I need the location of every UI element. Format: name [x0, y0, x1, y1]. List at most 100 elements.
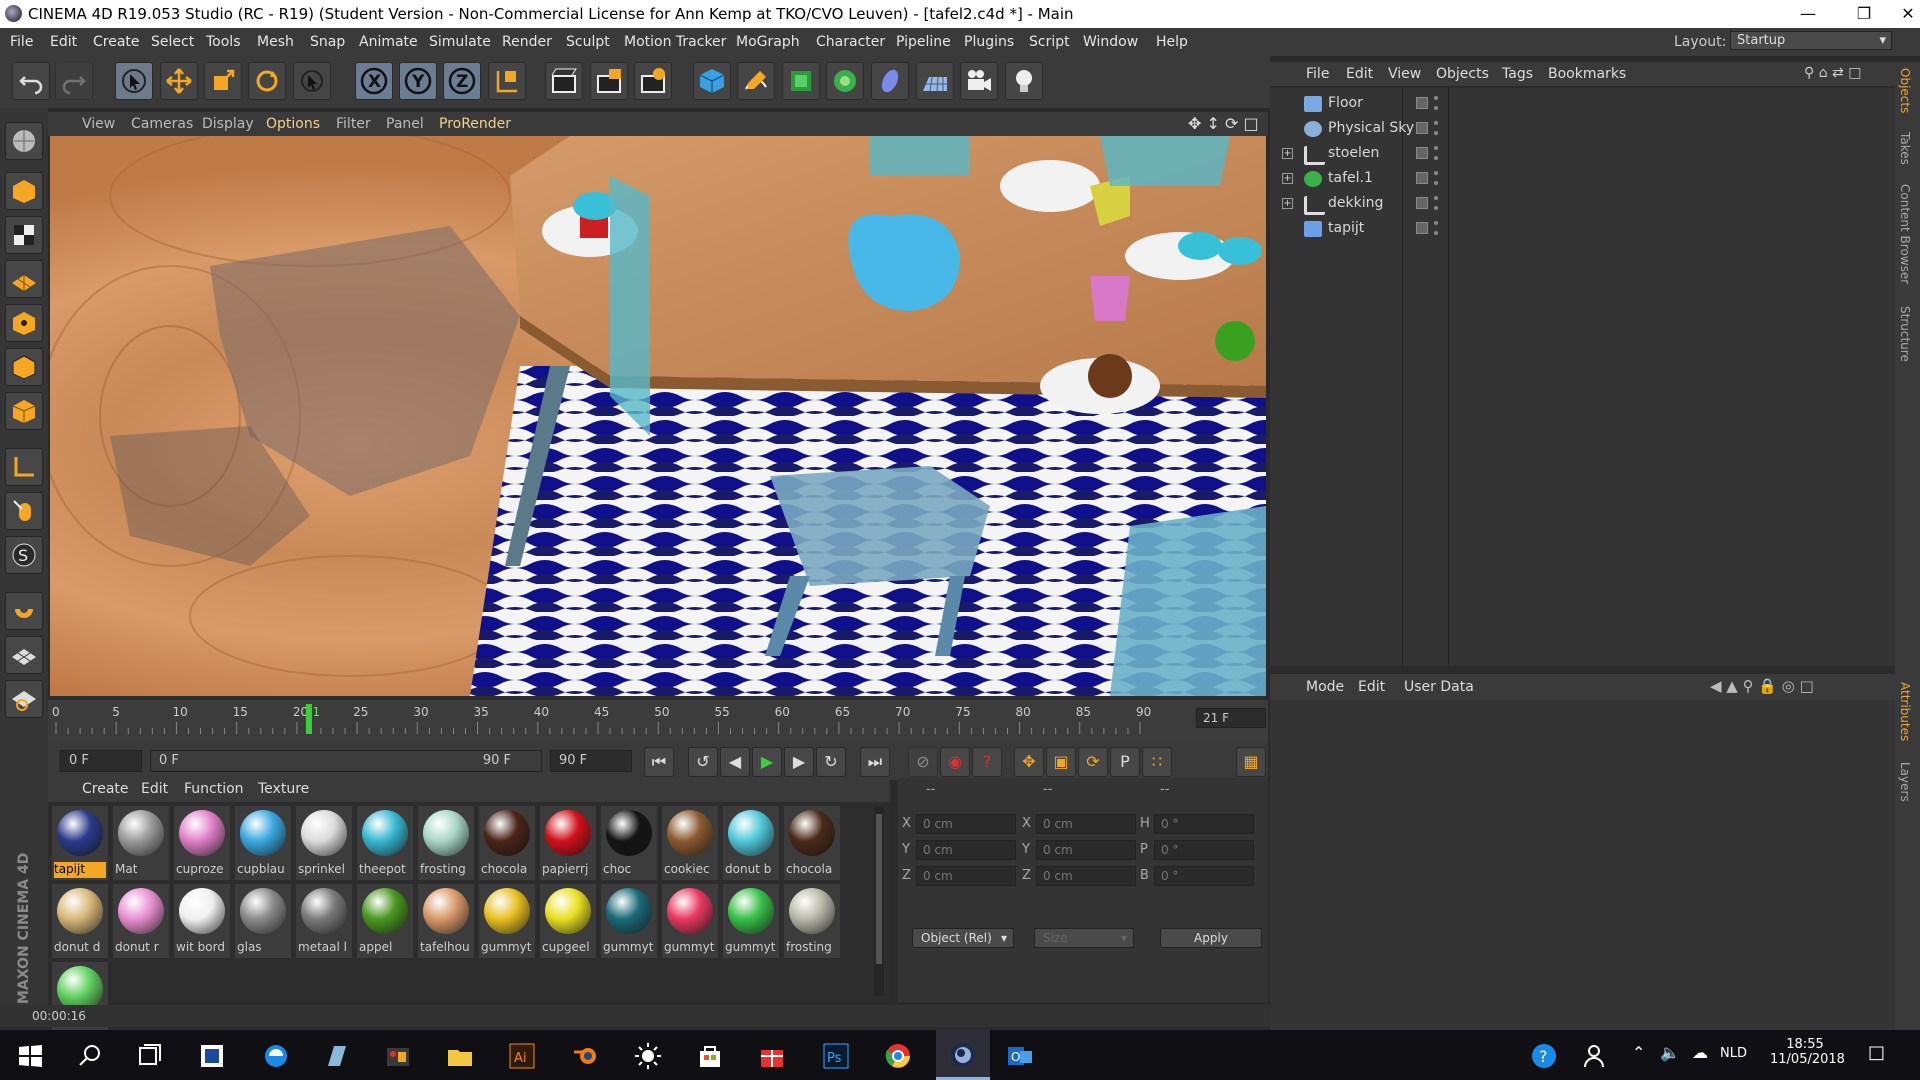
material-swatch[interactable]: donut d — [52, 884, 108, 958]
material-menu-function[interactable]: Function — [184, 781, 244, 797]
material-swatch[interactable]: papierrj — [540, 806, 596, 880]
live-selection-button[interactable] — [115, 62, 153, 100]
workplane-mode-button[interactable] — [5, 260, 43, 298]
object-menu-view[interactable]: View — [1388, 66, 1421, 82]
minimize-button[interactable]: — — [1780, 0, 1836, 28]
layout-select[interactable]: Startup ▾ — [1730, 31, 1892, 50]
material-scrollbar[interactable] — [874, 806, 884, 996]
viewport-menu-cameras[interactable]: Cameras — [131, 116, 193, 132]
layer-toggle[interactable] — [1416, 197, 1428, 209]
visibility-dots[interactable] — [1434, 221, 1438, 235]
material-swatch[interactable]: cupgeel — [540, 884, 596, 958]
cloner-button[interactable] — [826, 62, 864, 100]
material-swatch[interactable]: chocola — [479, 806, 535, 880]
viewport-menu-filter[interactable]: Filter — [336, 116, 371, 132]
store-icon[interactable] — [696, 1042, 724, 1070]
menu-mesh[interactable]: Mesh — [257, 34, 294, 50]
timeline-ruler[interactable]: 0 5 10 15 20 21 25 30 35 40 45 50 55 60 65 70 75 80 85 90 2… — [48, 700, 1268, 742]
magnet-button[interactable] — [5, 592, 43, 630]
material-swatch[interactable]: gummyt — [479, 884, 535, 958]
menu-window[interactable]: Window — [1083, 34, 1138, 50]
timeline-window-button[interactable]: ▦ — [1236, 747, 1266, 777]
menu-motion-tracker[interactable]: Motion Tracker — [624, 34, 726, 50]
rotation-field[interactable]: 0 ° — [1154, 814, 1254, 834]
help-icon[interactable]: ? — [1530, 1042, 1558, 1070]
preview-range-slider[interactable]: 0 F 90 F — [150, 750, 542, 772]
notes-app-icon[interactable] — [198, 1042, 226, 1070]
edges-mode-button[interactable] — [5, 348, 43, 386]
menu-edit[interactable]: Edit — [50, 34, 77, 50]
edge-browser-icon[interactable] — [262, 1042, 290, 1070]
position-field[interactable]: 0 cm — [916, 814, 1016, 834]
object-row[interactable]: Floor — [1278, 92, 1893, 116]
rotation-key-button[interactable]: ⟳ — [1078, 747, 1108, 777]
position-field[interactable]: 0 cm — [916, 840, 1016, 860]
end-frame-field[interactable]: 90 F — [550, 750, 632, 772]
3d-viewport[interactable] — [50, 136, 1266, 696]
object-menu-tags[interactable]: Tags — [1502, 66, 1533, 82]
input-language[interactable]: NLD — [1720, 1046, 1747, 1061]
material-menu-create[interactable]: Create — [82, 781, 129, 797]
attributes-nav-icons[interactable]: ◀ ▲ ⚲ 🔒 ◎ □ — [1710, 677, 1814, 695]
blender-icon[interactable] — [572, 1042, 600, 1070]
material-swatch[interactable]: tapijt — [52, 806, 108, 880]
object-name[interactable]: Floor — [1328, 95, 1363, 111]
autokey-button[interactable]: ◉ — [940, 747, 970, 777]
material-swatch[interactable]: cupblau — [235, 806, 291, 880]
viewport-menu-view[interactable]: View — [82, 116, 115, 132]
size-field[interactable]: 0 cm — [1036, 866, 1136, 886]
menu-tools[interactable]: Tools — [206, 34, 241, 50]
play-button[interactable]: ▶ — [752, 747, 782, 777]
windows-start-icon[interactable] — [16, 1042, 44, 1070]
visibility-dots[interactable] — [1434, 146, 1438, 160]
object-name[interactable]: dekking — [1328, 195, 1383, 211]
material-menu-texture[interactable]: Texture — [258, 781, 309, 797]
menu-simulate[interactable]: Simulate — [429, 34, 491, 50]
tab-takes[interactable]: Takes — [1898, 132, 1912, 165]
object-row[interactable]: tapijt — [1278, 217, 1893, 241]
points-mode-button[interactable] — [5, 304, 43, 342]
layer-toggle[interactable] — [1416, 222, 1428, 234]
expand-toggle[interactable]: + — [1282, 148, 1293, 159]
move-button[interactable] — [160, 62, 198, 100]
rotate-button[interactable] — [248, 62, 286, 100]
locked-workplane-button[interactable] — [5, 680, 43, 718]
previous-frame-button[interactable]: ◀ — [720, 747, 750, 777]
make-editable-button[interactable] — [5, 122, 43, 160]
object-row[interactable]: + dekking — [1278, 192, 1893, 216]
viewport-menu-options[interactable]: Options — [266, 116, 320, 132]
task-view-icon[interactable] — [136, 1042, 164, 1070]
chrome-icon[interactable] — [884, 1042, 912, 1070]
tab-content-browser[interactable]: Content Browser — [1898, 184, 1912, 284]
y-axis-button[interactable]: Y — [399, 62, 437, 100]
object-row[interactable]: + tafel.1 — [1278, 167, 1893, 191]
menu-help[interactable]: Help — [1156, 34, 1188, 50]
rotation-field[interactable]: 0 ° — [1154, 866, 1254, 886]
expand-toggle[interactable]: + — [1282, 173, 1293, 184]
material-swatch[interactable]: cuproze — [174, 806, 230, 880]
viewport-menu-prorender[interactable]: ProRender — [439, 116, 511, 132]
position-key-button[interactable]: ✥ — [1014, 747, 1044, 777]
subdivision-surface-button[interactable] — [782, 62, 820, 100]
tray-chevron-up-icon[interactable]: ⌃ — [1632, 1043, 1645, 1062]
menu-character[interactable]: Character — [816, 34, 885, 50]
visibility-dots[interactable] — [1434, 96, 1438, 110]
menu-snap[interactable]: Snap — [310, 34, 345, 50]
menu-render[interactable]: Render — [502, 34, 552, 50]
material-swatch[interactable]: gummyt — [662, 884, 718, 958]
outlook-icon[interactable]: O — [1006, 1042, 1034, 1070]
material-swatch[interactable]: tafelhou — [418, 884, 474, 958]
go-to-end-button[interactable]: ⏭ — [860, 747, 890, 777]
previous-keyframe-button[interactable]: ↺ — [688, 747, 718, 777]
world-coordinates-button[interactable] — [488, 62, 526, 100]
photos-icon[interactable] — [384, 1042, 412, 1070]
close-button[interactable]: ✕ — [1880, 0, 1920, 28]
tab-attributes[interactable]: Attributes — [1898, 682, 1912, 741]
menu-file[interactable]: File — [10, 34, 33, 50]
texture-mode-button[interactable] — [5, 216, 43, 254]
object-name[interactable]: Physical Sky — [1328, 120, 1414, 136]
taskbar-clock[interactable]: 18:55 11/05/2018 — [1770, 1037, 1845, 1067]
scale-button[interactable] — [204, 62, 242, 100]
menu-plugins[interactable]: Plugins — [964, 34, 1014, 50]
polygons-mode-button[interactable] — [5, 392, 43, 430]
